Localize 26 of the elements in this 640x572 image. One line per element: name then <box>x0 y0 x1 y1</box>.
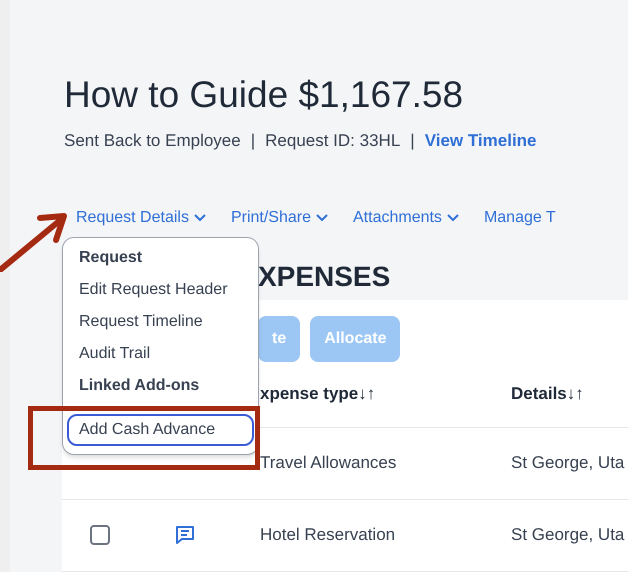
menu-heading: Request <box>78 248 144 268</box>
nav-menu-button[interactable]: Manage T <box>484 206 556 230</box>
arrow-drawing <box>0 210 70 272</box>
comment-icon[interactable] <box>174 524 196 546</box>
nav-menu-button[interactable]: Print/Share <box>230 206 329 230</box>
column-header[interactable]: xpense type↓↑ <box>260 381 511 407</box>
status-text: Request ID: 33HL <box>265 130 400 152</box>
nav-menu-button[interactable]: Request Details <box>76 206 207 230</box>
menu-heading: Linked Add-ons <box>78 376 200 396</box>
table-cell-text: Hotel Reservation <box>260 524 396 546</box>
menu-item[interactable]: Audit Trail <box>67 338 254 370</box>
menu-item[interactable]: Edit Request Header <box>67 274 254 306</box>
menu-item[interactable]: Request Timeline <box>67 306 254 338</box>
table-cell-text: St George, Uta <box>511 452 624 474</box>
status-text: | <box>250 130 256 152</box>
table-cell-text: St George, Uta <box>511 524 624 546</box>
menu-item[interactable]: Add Cash Advance <box>67 414 254 446</box>
status-text: Sent Back to Employee <box>64 130 241 152</box>
nav-menu-button[interactable]: Attachments <box>353 206 460 230</box>
section-title: XPENSES <box>258 260 392 294</box>
table-cell-text: Travel Allowances <box>260 452 398 474</box>
view-timeline-link[interactable]: View Timeline <box>424 128 537 154</box>
checkbox[interactable] <box>90 525 110 545</box>
status-text: | <box>410 130 415 152</box>
column-header[interactable]: Details↓↑ <box>511 381 584 407</box>
page-title: How to Guide $1,167.58 <box>64 73 464 117</box>
